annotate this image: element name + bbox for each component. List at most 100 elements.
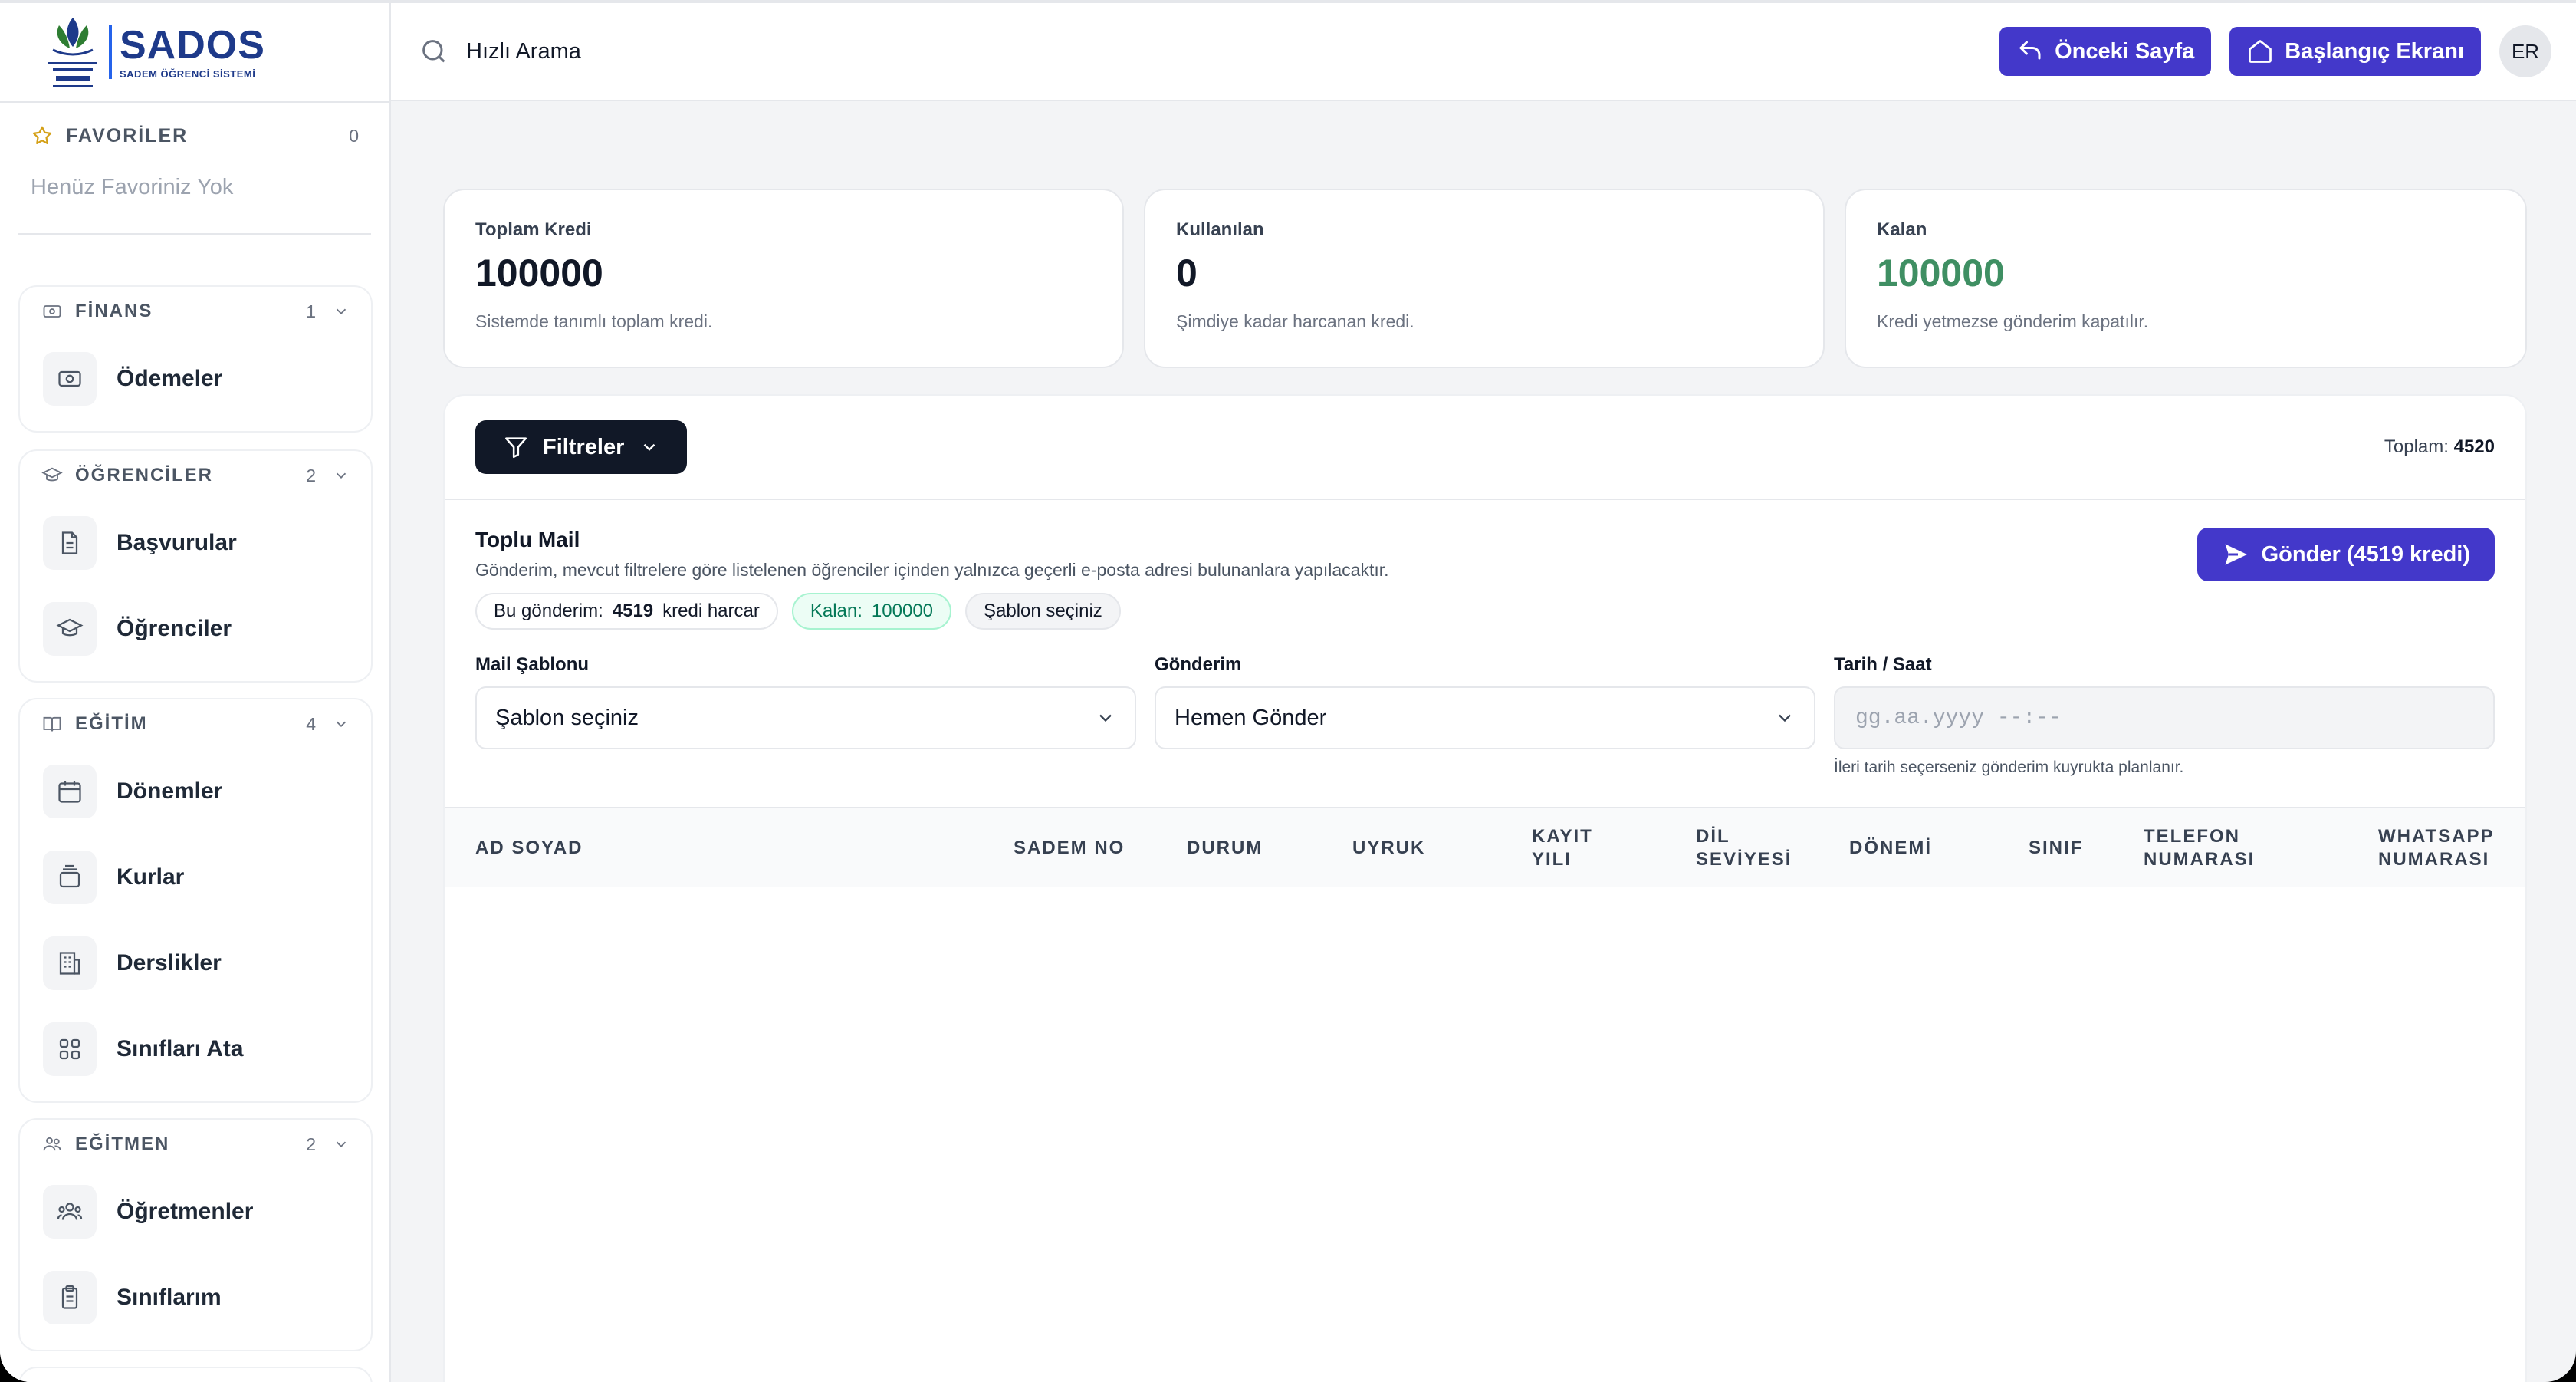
column-header-whatsapp[interactable]: WHATSAPP NUMARASI xyxy=(2378,808,2509,888)
stat-label: Kullanılan xyxy=(1176,219,1264,240)
nav-group-more xyxy=(18,1367,373,1382)
nav-group-title: EĞİTİM xyxy=(75,713,148,734)
send-mode-select[interactable]: Hemen Gönder xyxy=(1155,686,1815,749)
datetime-hint: İleri tarih seçerseniz gönderim kuyrukta… xyxy=(1834,758,2184,776)
total-label: Toplam: xyxy=(2384,436,2449,457)
chevron-down-icon xyxy=(336,1141,347,1148)
sidebar-item-label: Sınıflarım xyxy=(117,1285,222,1310)
send-button[interactable]: Gönder (4519 kredi) xyxy=(2196,528,2495,581)
template-field: Mail Şablonu Şablon seçiniz xyxy=(475,654,1136,777)
stat-description: Sistemde tanımlı toplam kredi. xyxy=(475,311,713,331)
banknote-icon xyxy=(43,352,97,406)
column-header-kayit-yili[interactable]: KAYIT YILI xyxy=(1532,808,1624,888)
stat-value: 100000 xyxy=(475,252,603,294)
sidebar-item-label: Dönemler xyxy=(117,778,223,804)
sidebar-item-ogrenciler[interactable]: Öğrenciler xyxy=(20,586,371,672)
nav-group-count: 2 xyxy=(306,465,316,485)
search-input[interactable] xyxy=(466,38,1982,64)
nav-group-header-egitim[interactable]: EĞİTİM 4 xyxy=(20,699,371,749)
column-header-donemi[interactable]: DÖNEMİ xyxy=(1849,808,1932,888)
home-icon xyxy=(2249,40,2272,63)
stat-value: 0 xyxy=(1176,252,1198,294)
bulk-mail-title: Toplu Mail xyxy=(475,528,580,551)
sidebar-item-label: Kurlar xyxy=(117,864,185,890)
stat-label: Kalan xyxy=(1877,219,1927,240)
remaining-chip-prefix: Kalan: xyxy=(810,601,863,621)
stat-description: Kredi yetmezse gönderim kapatılır. xyxy=(1877,311,2149,331)
money-icon xyxy=(43,305,61,318)
favorites-count: 0 xyxy=(349,125,359,146)
column-header-dil-seviyesi[interactable]: DİL SEVİYESİ xyxy=(1696,808,1803,888)
table-body xyxy=(445,887,2525,1382)
filters-button-label: Filtreler xyxy=(543,434,625,459)
avatar[interactable]: ER xyxy=(2499,25,2551,77)
column-header-durum[interactable]: DURUM xyxy=(1187,808,1263,888)
logo[interactable]: SADOS SADEM ÖĞRENCİ SİSTEMİ xyxy=(0,3,389,103)
sidebar-item-donemler[interactable]: Dönemler xyxy=(20,749,371,834)
sidebar-divider xyxy=(18,233,371,235)
sidebar-item-label: Derslikler xyxy=(117,950,222,976)
graduation-cap-icon xyxy=(41,467,63,482)
total-count: Toplam: 4520 xyxy=(2384,436,2495,458)
stat-card-total: Toplam Kredi 100000 Sistemde tanımlı top… xyxy=(443,189,1124,368)
sidebar-item-label: Ödemeler xyxy=(117,366,223,391)
column-header-uyruk[interactable]: UYRUK xyxy=(1352,808,1425,888)
stat-card-remaining: Kalan 100000 Kredi yetmezse gönderim kap… xyxy=(1845,189,2527,368)
remaining-chip: Kalan: 100000 xyxy=(791,593,952,630)
sidebar-item-label: Başvurular xyxy=(117,530,237,555)
main-panel: Filtreler Toplam: 4520 Toplu Mail Gönder… xyxy=(443,394,2527,1382)
home-button[interactable]: Başlangıç Ekranı xyxy=(2229,27,2481,76)
cost-chip-value: 4519 xyxy=(612,601,654,621)
undo-arrow-icon xyxy=(2019,41,2041,60)
bulk-mail-description: Gönderim, mevcut filtrelere göre listele… xyxy=(475,560,1389,580)
sidebar-item-label: Öğrenciler xyxy=(117,616,232,641)
sidebar-item-siniflarim[interactable]: Sınıflarım xyxy=(20,1255,371,1341)
template-chip: Şablon seçiniz xyxy=(965,593,1121,630)
chips-row: Bu gönderim: 4519 kredi harcar Kalan: 10… xyxy=(475,593,2495,630)
sidebar: SADOS SADEM ÖĞRENCİ SİSTEMİ FAVORİLER 0 … xyxy=(0,0,391,1382)
template-label: Mail Şablonu xyxy=(475,654,590,675)
nav-group-header-ogrenciler[interactable]: ÖĞRENCİLER 2 xyxy=(20,451,371,500)
top-header: Önceki Sayfa Başlangıç Ekranı ER xyxy=(391,0,2576,101)
sidebar-item-odemeler[interactable]: Ödemeler xyxy=(20,336,371,422)
nav-group-count: 2 xyxy=(306,1134,316,1154)
send-mode-field: Gönderim Hemen Gönder xyxy=(1155,654,1815,777)
stat-value: 100000 xyxy=(1877,252,2005,294)
send-icon xyxy=(2225,544,2247,565)
sidebar-item-ogretmenler[interactable]: Öğretmenler xyxy=(20,1169,371,1255)
nav-group-header-egitmen[interactable]: EĞİTMEN 2 xyxy=(20,1120,371,1169)
star-icon xyxy=(32,126,52,144)
column-header-sadem-no[interactable]: SADEM NO xyxy=(1014,808,1125,888)
bulk-mail-section: Toplu Mail Gönderim, mevcut filtrelere g… xyxy=(445,500,2525,630)
calendar-icon xyxy=(43,765,97,818)
home-button-label: Başlangıç Ekranı xyxy=(2285,38,2464,64)
logo-separator xyxy=(109,25,112,79)
chevron-down-icon xyxy=(1099,714,1112,722)
mail-form: Mail Şablonu Şablon seçiniz Gönderim Hem… xyxy=(445,654,2525,777)
column-header-ad-soyad[interactable]: AD SOYAD xyxy=(475,808,583,888)
nav-group-header-finans[interactable]: FİNANS 1 xyxy=(20,287,371,336)
column-header-telefon[interactable]: TELEFON NUMARASI xyxy=(2144,808,2266,888)
template-select[interactable]: Şablon seçiniz xyxy=(475,686,1136,749)
chevron-down-icon xyxy=(336,721,347,728)
sidebar-item-label: Öğretmenler xyxy=(117,1199,254,1224)
back-button[interactable]: Önceki Sayfa xyxy=(1999,27,2212,76)
sidebar-item-derslikler[interactable]: Derslikler xyxy=(20,920,371,1006)
nav-group-count: 1 xyxy=(306,301,316,321)
total-value: 4520 xyxy=(2453,436,2495,457)
stat-label: Toplam Kredi xyxy=(475,219,592,240)
sidebar-item-basvurular[interactable]: Başvurular xyxy=(20,500,371,586)
column-header-sinif[interactable]: SINIF xyxy=(2029,808,2083,888)
send-mode-select-value: Hemen Gönder xyxy=(1175,705,1327,730)
table-header: AD SOYAD SADEM NO DURUM UYRUK KAYIT YILI… xyxy=(445,807,2525,887)
datetime-input[interactable]: gg.aa.yyyy --:-- xyxy=(1834,686,2495,749)
nav-group-title: EĞİTMEN xyxy=(75,1134,170,1154)
sidebar-item-siniflari-ata[interactable]: Sınıfları Ata xyxy=(20,1006,371,1092)
datetime-field: Tarih / Saat gg.aa.yyyy --:-- İleri tari… xyxy=(1834,654,2495,777)
nav-group-title: FİNANS xyxy=(75,301,153,321)
datetime-label: Tarih / Saat xyxy=(1834,654,1932,675)
favorites-empty-text: Henüz Favoriniz Yok xyxy=(31,175,234,199)
stat-card-used: Kullanılan 0 Şimdiye kadar harcanan kred… xyxy=(1144,189,1825,368)
sidebar-item-kurlar[interactable]: Kurlar xyxy=(20,834,371,920)
filters-button[interactable]: Filtreler xyxy=(475,420,688,474)
